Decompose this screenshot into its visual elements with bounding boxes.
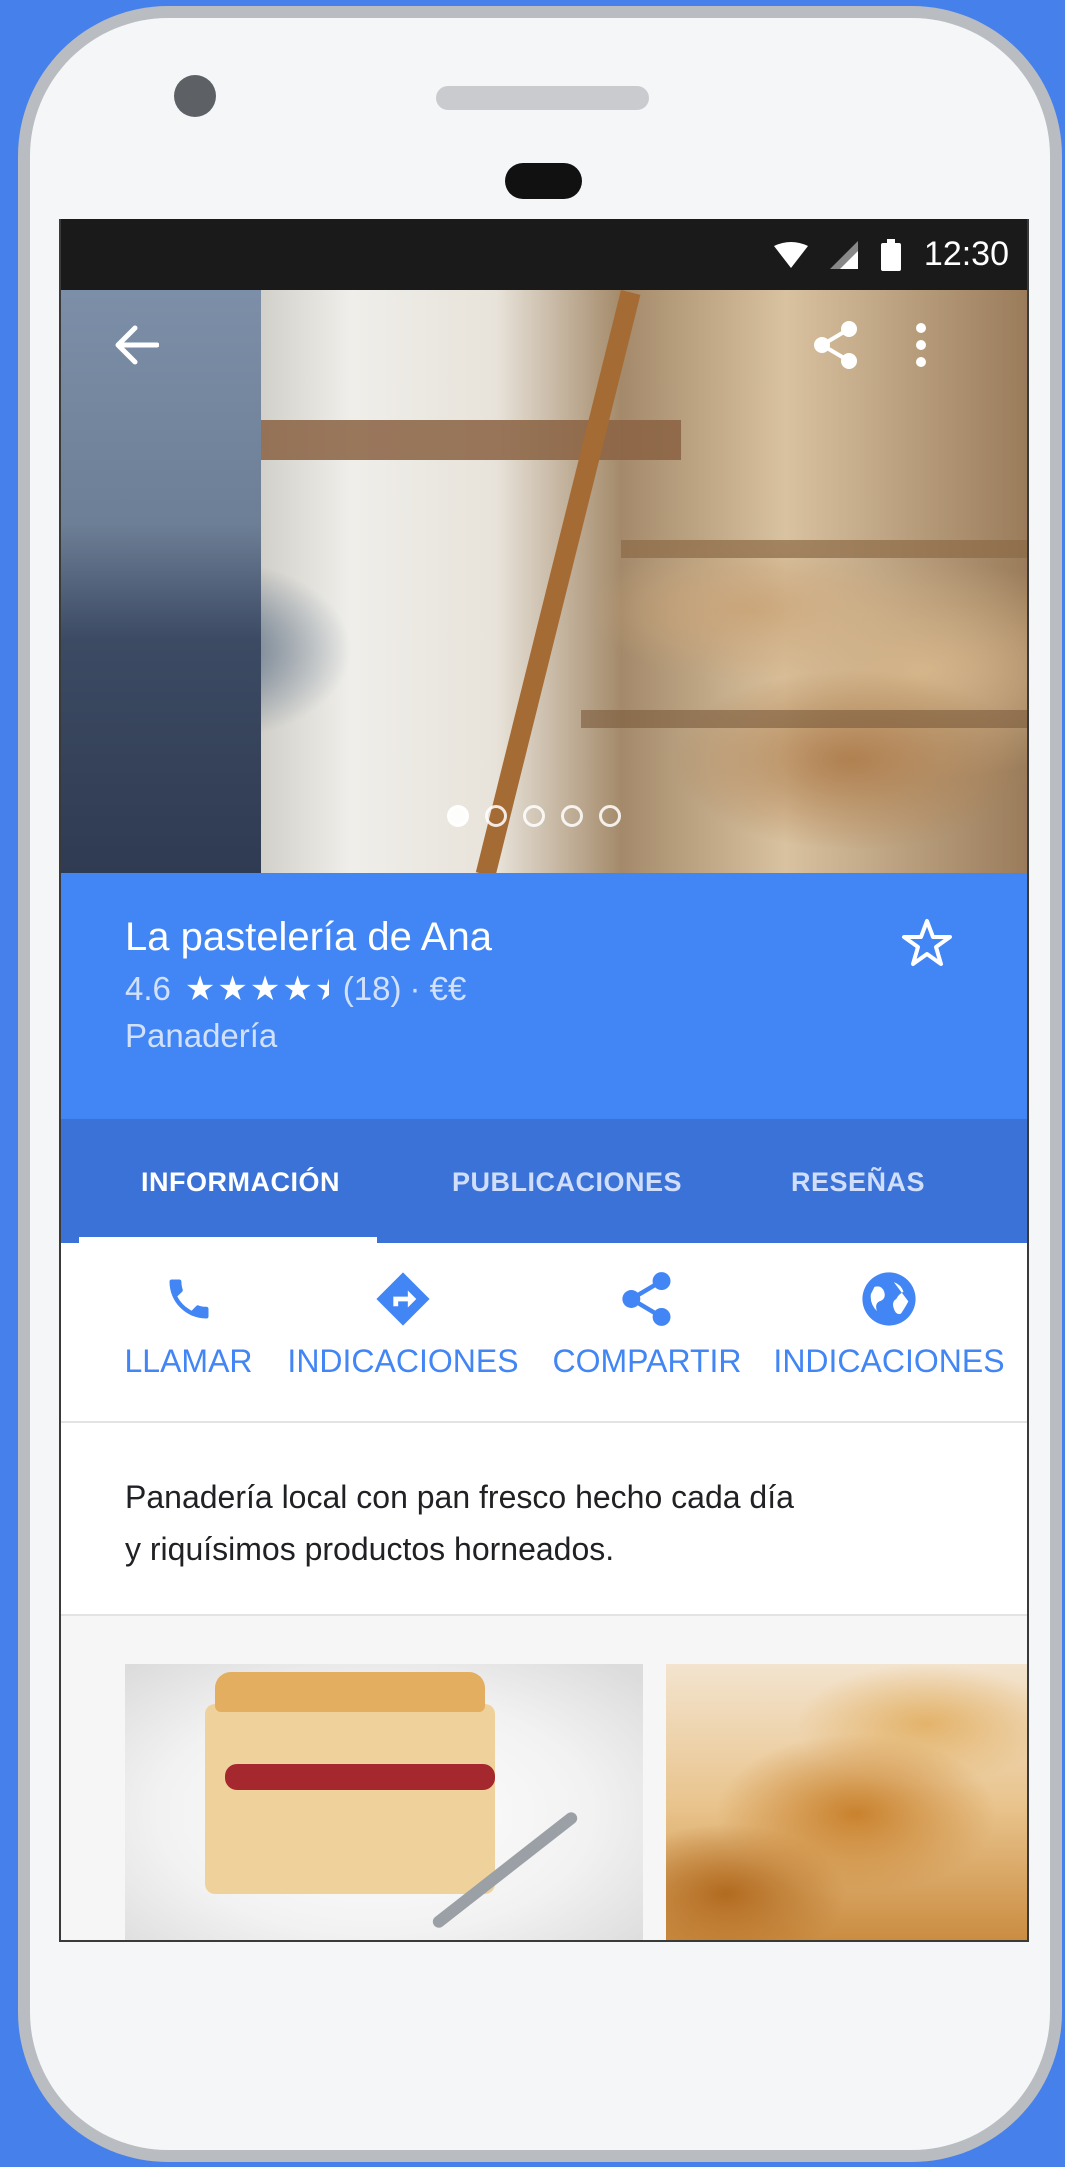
proximity-sensor bbox=[505, 163, 582, 199]
website-button[interactable]: INDICACIONES bbox=[773, 1269, 1005, 1380]
gallery-photo-cake[interactable] bbox=[125, 1664, 643, 1940]
status-bar: 12:30 bbox=[61, 219, 1027, 290]
carousel-dot[interactable] bbox=[485, 805, 507, 827]
price-level: · €€ bbox=[409, 970, 467, 1007]
photo-detail bbox=[215, 1672, 485, 1712]
rating-value: 4.6 bbox=[125, 970, 171, 1007]
directions-button[interactable]: INDICACIONES bbox=[287, 1269, 519, 1380]
save-button[interactable] bbox=[897, 913, 957, 973]
photo-detail bbox=[621, 540, 1027, 558]
action-row: LLAMAR INDICACIONES COMPARTIR INDICACION… bbox=[61, 1243, 1027, 1423]
full-stars: ★★★★ bbox=[184, 970, 315, 1008]
tab-publicaciones[interactable]: PUBLICACIONES bbox=[452, 1167, 682, 1198]
more-vert-icon bbox=[916, 323, 926, 367]
half-star-icon: ★ bbox=[315, 969, 329, 1009]
gallery-photo-croissants[interactable] bbox=[666, 1664, 1027, 1940]
carousel-dot[interactable] bbox=[561, 805, 583, 827]
tab-informacion[interactable]: INFORMACIÓN bbox=[141, 1167, 340, 1198]
description-line: y riquísimos productos horneados. bbox=[125, 1531, 615, 1567]
place-name: La pastelería de Ana bbox=[125, 915, 492, 959]
back-button[interactable] bbox=[101, 310, 171, 380]
earpiece-speaker bbox=[436, 86, 649, 110]
front-camera bbox=[174, 75, 216, 117]
rating-stars: ★★★★★ bbox=[185, 969, 329, 1009]
place-photo-carousel[interactable] bbox=[61, 290, 1027, 873]
carousel-dot[interactable] bbox=[523, 805, 545, 827]
place-description: Panadería local con pan fresco hecho cad… bbox=[61, 1423, 1027, 1616]
share-icon bbox=[621, 1269, 673, 1329]
globe-icon bbox=[860, 1269, 918, 1329]
photo-detail bbox=[231, 420, 681, 460]
phone-icon bbox=[163, 1269, 215, 1329]
directions-label: INDICACIONES bbox=[287, 1343, 519, 1379]
more-options-button[interactable] bbox=[886, 310, 956, 380]
reviews-count[interactable]: (18) bbox=[343, 970, 402, 1008]
place-header: La pastelería de Ana 4.6 ★★★★★ (18) · €€… bbox=[61, 873, 1027, 1119]
share-label: COMPARTIR bbox=[552, 1343, 742, 1379]
battery-icon bbox=[880, 238, 902, 271]
signal-icon bbox=[829, 240, 858, 269]
place-category: Panadería bbox=[125, 1017, 278, 1054]
carousel-dot[interactable] bbox=[447, 805, 469, 827]
clock-time: 12:30 bbox=[923, 235, 1009, 273]
call-label: LLAMAR bbox=[124, 1343, 253, 1379]
photo-gallery bbox=[61, 1616, 1027, 1940]
photo-detail bbox=[225, 1764, 495, 1790]
directions-icon bbox=[374, 1269, 432, 1329]
carousel-dot[interactable] bbox=[599, 805, 621, 827]
wifi-icon bbox=[773, 241, 808, 268]
photo-detail bbox=[475, 290, 641, 873]
carousel-indicator bbox=[447, 805, 621, 827]
photo-detail bbox=[581, 710, 1027, 728]
call-button[interactable]: LLAMAR bbox=[121, 1269, 256, 1380]
share-icon bbox=[814, 321, 857, 369]
photo-detail bbox=[205, 1704, 495, 1894]
description-line: Panadería local con pan fresco hecho cad… bbox=[125, 1479, 794, 1515]
arrow-left-icon bbox=[115, 325, 159, 365]
share-place-button[interactable]: COMPARTIR bbox=[551, 1269, 743, 1380]
tab-bar: INFORMACIÓN PUBLICACIONES RESEÑAS bbox=[61, 1119, 1027, 1243]
tab-resenas[interactable]: RESEÑAS bbox=[791, 1167, 925, 1198]
website-label: INDICACIONES bbox=[773, 1343, 1005, 1379]
share-button[interactable] bbox=[801, 310, 871, 380]
star-outline-icon bbox=[902, 919, 952, 966]
rating-line: 4.6 ★★★★★ (18) · €€ bbox=[125, 969, 1027, 1009]
app-screen: 12:30 La pastelería de Ana 4.6 ★★★★ (18)… bbox=[59, 219, 1029, 1942]
